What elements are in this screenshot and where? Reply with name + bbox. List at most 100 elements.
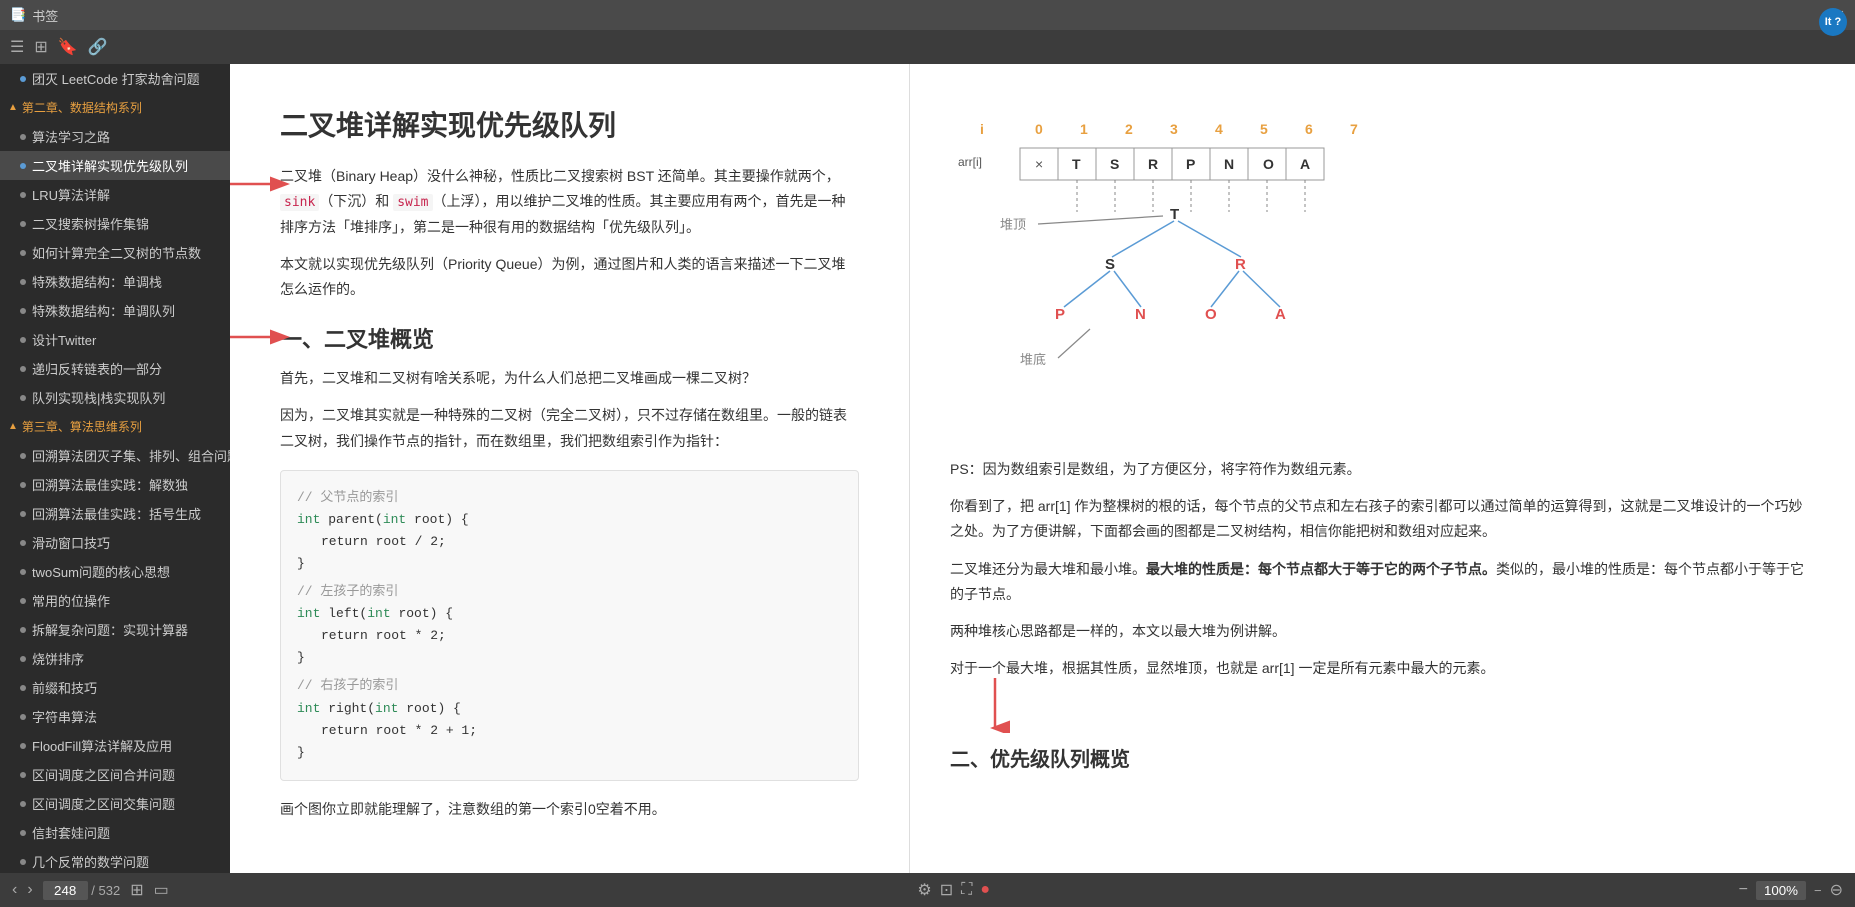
settings-button[interactable]: ⚙ bbox=[917, 880, 931, 900]
page-view-button[interactable]: ⊡ bbox=[940, 880, 953, 900]
sidebar-item-leetcode[interactable]: 团灭 LeetCode 打家劫舍问题 bbox=[0, 64, 230, 93]
sidebar-item-twitter[interactable]: 设计Twitter bbox=[0, 325, 230, 354]
bold-text-maxheap: 最大堆的性质是：每个节点都大于等于它的两个子节点。 bbox=[1146, 561, 1496, 577]
sidebar-section2[interactable]: ▲ 第三章、算法思维系列 bbox=[0, 412, 230, 441]
sidebar-dot bbox=[20, 366, 26, 372]
sidebar-item-prefix[interactable]: 前缀和技巧 bbox=[0, 673, 230, 702]
sidebar-item-floodfill[interactable]: FloodFill算法详解及应用 bbox=[0, 731, 230, 760]
page-left: 二叉堆详解实现优先级队列 二叉堆（Binary Heap）没什么神秘，性质比二叉… bbox=[230, 64, 910, 873]
current-page-input[interactable] bbox=[43, 881, 88, 900]
sidebar-dot bbox=[20, 163, 26, 169]
single-page-button[interactable]: ▭ bbox=[154, 880, 169, 900]
sidebar-item-interval2[interactable]: 区间调度之区间交集问题 bbox=[0, 789, 230, 818]
toolbar-link-icon[interactable]: 🔗 bbox=[88, 37, 108, 57]
fit-page-button[interactable]: ⊞ bbox=[130, 880, 143, 900]
sidebar-item-interval1[interactable]: 区间调度之区间合并问题 bbox=[0, 760, 230, 789]
svg-text:A: A bbox=[1300, 156, 1310, 172]
section1-p3: 画个图你立即就能理解了，注意数组的第一个索引0空着不用。 bbox=[280, 797, 859, 822]
section2-title: 二、优先级队列概览 bbox=[950, 743, 1815, 772]
sidebar-item-backtrack1[interactable]: 回溯算法团灭子集、排列、组合问题 bbox=[0, 441, 230, 470]
toolbar-bookmark-icon[interactable]: 🔖 bbox=[58, 37, 78, 57]
sidebar-dot bbox=[20, 685, 26, 691]
code-comment2: // 左孩子的索引 bbox=[297, 584, 398, 599]
sidebar-dot bbox=[20, 192, 26, 198]
sidebar-item-sliding[interactable]: 滑动窗口技巧 bbox=[0, 528, 230, 557]
sidebar-item-monotone-stack[interactable]: 特殊数据结构：单调栈 bbox=[0, 267, 230, 296]
svg-text:S: S bbox=[1110, 156, 1119, 172]
sidebar-item-binary-heap[interactable]: 二叉堆详解实现优先级队列 bbox=[0, 151, 230, 180]
sidebar-item-complete-tree[interactable]: 如何计算完全二叉树的节点数 bbox=[0, 238, 230, 267]
code-brace2: } bbox=[297, 650, 305, 665]
sidebar-item-math[interactable]: 几个反常的数学问题 bbox=[0, 847, 230, 873]
sidebar-item-backtrack3[interactable]: 回溯算法最佳实践：括号生成 bbox=[0, 499, 230, 528]
sidebar-item-backtrack2[interactable]: 回溯算法最佳实践：解数独 bbox=[0, 470, 230, 499]
array-visualization: i 0 1 2 3 4 5 6 7 arr[i] × bbox=[950, 104, 1815, 427]
right-p1: 你看到了，把 arr[1] 作为整棵树的根的话，每个节点的父节点和左右孩子的索引… bbox=[950, 494, 1815, 544]
sidebar-dot bbox=[20, 743, 26, 749]
sidebar-item-lru[interactable]: LRU算法详解 bbox=[0, 180, 230, 209]
next-page-button[interactable]: › bbox=[27, 881, 32, 899]
sidebar-dot bbox=[20, 627, 26, 633]
record-button[interactable]: ● bbox=[980, 881, 990, 899]
fullscreen-button[interactable]: ⛶ bbox=[961, 881, 972, 899]
inline-code-swim: swim bbox=[393, 194, 432, 211]
bottom-left: ‹ › / 532 ⊞ ▭ bbox=[12, 880, 169, 900]
sidebar-dot bbox=[20, 511, 26, 517]
section1-p1: 首先，二叉堆和二叉树有啥关系呢，为什么人们总把二叉堆画成一棵二叉树？ bbox=[280, 366, 859, 391]
sidebar-item-bst[interactable]: 二叉搜索树操作集锦 bbox=[0, 209, 230, 238]
zoom-out-button[interactable]: − bbox=[1739, 881, 1748, 899]
page-right: i 0 1 2 3 4 5 6 7 arr[i] × bbox=[910, 64, 1855, 873]
main-container: 团灭 LeetCode 打家劫舍问题 ▲ 第二章、数据结构系列 算法学习之路 二… bbox=[0, 64, 1855, 873]
sidebar-item-queue-stack[interactable]: 队列实现栈|栈实现队列 bbox=[0, 383, 230, 412]
corner-badge: It ? bbox=[1819, 8, 1847, 36]
top-bar: 📑 书签 ✕ bbox=[0, 0, 1855, 30]
code-comment3: // 右孩子的索引 bbox=[297, 678, 398, 693]
right-p4: 对于一个最大堆，根据其性质，显然堆顶，也就是 arr[1] 一定是所有元素中最大… bbox=[950, 656, 1815, 681]
sidebar-item-label: 烧饼排序 bbox=[32, 649, 84, 668]
sidebar-section1-label: 第二章、数据结构系列 bbox=[22, 99, 142, 116]
sidebar-dot bbox=[20, 279, 26, 285]
code-fn: parent( bbox=[328, 512, 383, 527]
svg-text:5: 5 bbox=[1260, 121, 1268, 137]
sidebar-section1[interactable]: ▲ 第二章、数据结构系列 bbox=[0, 93, 230, 122]
svg-text:R: R bbox=[1235, 256, 1246, 273]
sidebar-item-reverse-linked[interactable]: 递归反转链表的一部分 bbox=[0, 354, 230, 383]
sidebar-dot bbox=[20, 569, 26, 575]
prev-page-button[interactable]: ‹ bbox=[12, 881, 17, 899]
toolbar-menu-icon[interactable]: ☰ bbox=[10, 37, 24, 57]
sidebar-dot bbox=[20, 859, 26, 865]
sidebar-item-bitops[interactable]: 常用的位操作 bbox=[0, 586, 230, 615]
sidebar-item-envelope[interactable]: 信封套娃问题 bbox=[0, 818, 230, 847]
sidebar-dot bbox=[20, 453, 26, 459]
sidebar-dot bbox=[20, 772, 26, 778]
sidebar-dot bbox=[20, 714, 26, 720]
array-diagram: i 0 1 2 3 4 5 6 7 arr[i] × bbox=[950, 104, 1530, 424]
sidebar-item-calculator[interactable]: 拆解复杂问题：实现计算器 bbox=[0, 615, 230, 644]
svg-text:R: R bbox=[1148, 156, 1158, 172]
sidebar-item-monotone-queue[interactable]: 特殊数据结构：单调队列 bbox=[0, 296, 230, 325]
bottom-center: ⚙ ⊡ ⛶ ● bbox=[917, 880, 990, 900]
sidebar-item-label: 特殊数据结构：单调队列 bbox=[32, 301, 175, 320]
sidebar-item-algo-path[interactable]: 算法学习之路 bbox=[0, 122, 230, 151]
bookmark-icon: 📑 bbox=[10, 7, 26, 23]
sidebar-dot bbox=[20, 801, 26, 807]
sidebar-item-label: 几个反常的数学问题 bbox=[32, 852, 149, 871]
sidebar-item-label: 算法学习之路 bbox=[32, 127, 110, 146]
triangle-icon2: ▲ bbox=[8, 421, 18, 432]
sidebar-dot bbox=[20, 308, 26, 314]
svg-text:堆顶: 堆顶 bbox=[1000, 217, 1026, 232]
sidebar-item-string[interactable]: 字符串算法 bbox=[0, 702, 230, 731]
ps-text: PS：因为数组索引是数组，为了方便区分，将字符作为数组元素。 bbox=[950, 457, 1815, 482]
svg-text:P: P bbox=[1055, 306, 1065, 323]
sidebar-item-twosum[interactable]: twoSum问题的核心思想 bbox=[0, 557, 230, 586]
svg-text:S: S bbox=[1105, 256, 1115, 273]
sidebar-dot bbox=[20, 656, 26, 662]
sidebar-item-label: 拆解复杂问题：实现计算器 bbox=[32, 620, 188, 639]
sidebar-item-pancake[interactable]: 烧饼排序 bbox=[0, 644, 230, 673]
zoom-slider-button[interactable]: ⊖ bbox=[1830, 880, 1843, 900]
sidebar-item-label: 滑动窗口技巧 bbox=[32, 533, 110, 552]
toolbar-grid-icon[interactable]: ⊞ bbox=[34, 37, 47, 57]
sidebar-dot bbox=[20, 337, 26, 343]
sidebar-dot bbox=[20, 221, 26, 227]
zoom-input[interactable] bbox=[1756, 881, 1806, 900]
